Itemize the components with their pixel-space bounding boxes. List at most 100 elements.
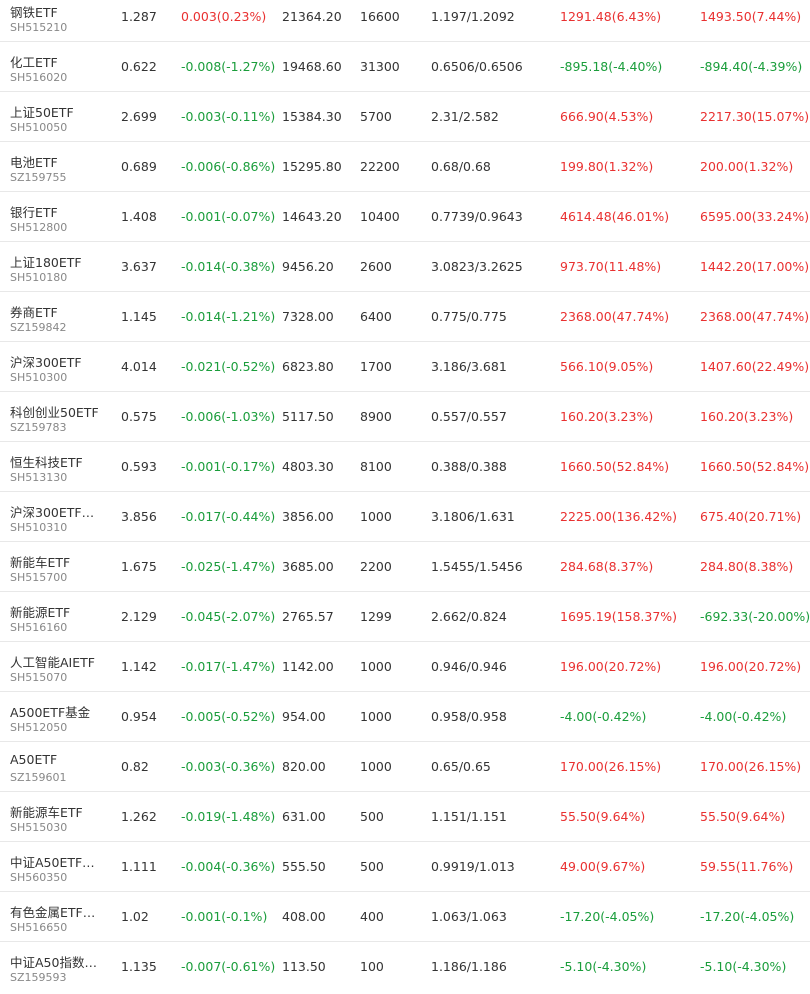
table-row[interactable]: 恒生科技ETF SH513130 0.593 -0.001(-0.17%) 48… <box>0 442 810 492</box>
current-price: 1.675 <box>121 559 157 574</box>
price-change: -0.019(-1.48%) <box>181 809 276 824</box>
security-cell[interactable]: 券商ETF SZ159842 <box>10 292 110 341</box>
profit-loss: 666.90(4.53%) <box>560 109 654 124</box>
price-change: 0.003(0.23%) <box>181 9 267 24</box>
security-cell[interactable]: 有色金属ETF… SH516650 <box>10 892 110 941</box>
security-code: SH510050 <box>10 121 68 134</box>
security-code: SH512800 <box>10 221 68 234</box>
market-value: 3685.00 <box>282 559 334 574</box>
table-row[interactable]: 沪深300ETF SH510300 4.014 -0.021(-0.52%) 6… <box>0 342 810 392</box>
security-cell[interactable]: A50ETF SZ159601 <box>10 742 110 791</box>
profit-loss: 4614.48(46.01%) <box>560 209 670 224</box>
table-row[interactable]: 钢铁ETF SH515210 1.287 0.003(0.23%) 21364.… <box>0 0 810 42</box>
security-cell[interactable]: 恒生科技ETF SH513130 <box>10 442 110 491</box>
profit-loss: 55.50(9.64%) <box>560 809 646 824</box>
security-name: 银行ETF <box>10 205 58 220</box>
table-row[interactable]: 券商ETF SZ159842 1.145 -0.014(-1.21%) 7328… <box>0 292 810 342</box>
security-cell[interactable]: 新能源车ETF SH515030 <box>10 792 110 841</box>
security-code: SZ159842 <box>10 321 67 334</box>
security-name: A50ETF <box>10 752 58 767</box>
security-cell[interactable]: 银行ETF SH512800 <box>10 192 110 241</box>
security-cell[interactable]: 科创创业50ETF SZ159783 <box>10 392 110 441</box>
total-profit-loss: -17.20(-4.05%) <box>700 909 795 924</box>
holding-quantity: 8900 <box>360 409 392 424</box>
security-cell[interactable]: 中证A50指数… SZ159593 <box>10 942 110 991</box>
price-change: -0.017(-0.44%) <box>181 509 276 524</box>
market-value: 21364.20 <box>282 9 342 24</box>
security-code: SH516020 <box>10 71 68 84</box>
market-value: 6823.80 <box>282 359 334 374</box>
security-cell[interactable]: 新能源ETF SH516160 <box>10 592 110 641</box>
total-profit-loss: 675.40(20.71%) <box>700 509 802 524</box>
current-price: 1.287 <box>121 9 157 24</box>
table-row[interactable]: 电池ETF SZ159755 0.689 -0.006(-0.86%) 1529… <box>0 142 810 192</box>
security-cell[interactable]: 电池ETF SZ159755 <box>10 142 110 191</box>
holding-quantity: 1000 <box>360 759 392 774</box>
current-price: 1.135 <box>121 959 157 974</box>
security-cell[interactable]: 化工ETF SH516020 <box>10 42 110 91</box>
table-row[interactable]: A50ETF SZ159601 0.82 -0.003(-0.36%) 820.… <box>0 742 810 792</box>
cost-price: 0.65/0.65 <box>431 759 491 774</box>
security-cell[interactable]: 钢铁ETF SH515210 <box>10 0 110 41</box>
security-cell[interactable]: 中证A50ETF… SH560350 <box>10 842 110 891</box>
security-code: SH560350 <box>10 871 68 884</box>
security-name: 上证50ETF <box>10 105 74 120</box>
holding-quantity: 500 <box>360 859 384 874</box>
table-row[interactable]: 银行ETF SH512800 1.408 -0.001(-0.07%) 1464… <box>0 192 810 242</box>
total-profit-loss: -692.33(-20.00%) <box>700 609 810 624</box>
security-code: SZ159783 <box>10 421 67 434</box>
holding-quantity: 1299 <box>360 609 392 624</box>
market-value: 113.50 <box>282 959 326 974</box>
table-row[interactable]: 上证50ETF SH510050 2.699 -0.003(-0.11%) 15… <box>0 92 810 142</box>
cost-price: 0.9919/1.013 <box>431 859 515 874</box>
market-value: 15384.30 <box>282 109 342 124</box>
holding-quantity: 6400 <box>360 309 392 324</box>
current-price: 4.014 <box>121 359 157 374</box>
price-change: -0.001(-0.07%) <box>181 209 276 224</box>
security-cell[interactable]: 人工智能AIETF SH515070 <box>10 642 110 691</box>
total-profit-loss: 200.00(1.32%) <box>700 159 794 174</box>
table-row[interactable]: 新能源车ETF SH515030 1.262 -0.019(-1.48%) 63… <box>0 792 810 842</box>
price-change: -0.006(-0.86%) <box>181 159 276 174</box>
table-row[interactable]: 人工智能AIETF SH515070 1.142 -0.017(-1.47%) … <box>0 642 810 692</box>
security-cell[interactable]: 上证50ETF SH510050 <box>10 92 110 141</box>
security-code: SH512050 <box>10 721 68 734</box>
security-name: 科创创业50ETF <box>10 405 99 420</box>
cost-price: 0.68/0.68 <box>431 159 491 174</box>
table-row[interactable]: 上证180ETF SH510180 3.637 -0.014(-0.38%) 9… <box>0 242 810 292</box>
table-row[interactable]: 有色金属ETF… SH516650 1.02 -0.001(-0.1%) 408… <box>0 892 810 942</box>
table-row[interactable]: 中证A50指数… SZ159593 1.135 -0.007(-0.61%) 1… <box>0 942 810 992</box>
profit-loss: 49.00(9.67%) <box>560 859 646 874</box>
security-cell[interactable]: 新能车ETF SH515700 <box>10 542 110 591</box>
price-change: -0.006(-1.03%) <box>181 409 276 424</box>
table-row[interactable]: 中证A50ETF… SH560350 1.111 -0.004(-0.36%) … <box>0 842 810 892</box>
holding-quantity: 1700 <box>360 359 392 374</box>
price-change: -0.005(-0.52%) <box>181 709 276 724</box>
security-cell[interactable]: 沪深300ETF… SH510310 <box>10 492 110 541</box>
table-row[interactable]: 化工ETF SH516020 0.622 -0.008(-1.27%) 1946… <box>0 42 810 92</box>
table-row[interactable]: 新能车ETF SH515700 1.675 -0.025(-1.47%) 368… <box>0 542 810 592</box>
table-row[interactable]: 新能源ETF SH516160 2.129 -0.045(-2.07%) 276… <box>0 592 810 642</box>
market-value: 408.00 <box>282 909 326 924</box>
security-name: 新能车ETF <box>10 555 71 570</box>
price-change: -0.014(-1.21%) <box>181 309 276 324</box>
price-change: -0.014(-0.38%) <box>181 259 276 274</box>
cost-price: 0.775/0.775 <box>431 309 507 324</box>
table-row[interactable]: 科创创业50ETF SZ159783 0.575 -0.006(-1.03%) … <box>0 392 810 442</box>
security-cell[interactable]: 上证180ETF SH510180 <box>10 242 110 291</box>
table-row[interactable]: 沪深300ETF… SH510310 3.856 -0.017(-0.44%) … <box>0 492 810 542</box>
security-cell[interactable]: A500ETF基金 SH512050 <box>10 692 110 741</box>
cost-price: 3.0823/3.2625 <box>431 259 523 274</box>
total-profit-loss: 284.80(8.38%) <box>700 559 794 574</box>
price-change: -0.025(-1.47%) <box>181 559 276 574</box>
cost-price: 0.958/0.958 <box>431 709 507 724</box>
table-row[interactable]: A500ETF基金 SH512050 0.954 -0.005(-0.52%) … <box>0 692 810 742</box>
holding-quantity: 22200 <box>360 159 400 174</box>
current-price: 0.593 <box>121 459 157 474</box>
cost-price: 0.557/0.557 <box>431 409 507 424</box>
profit-loss: 566.10(9.05%) <box>560 359 654 374</box>
security-cell[interactable]: 沪深300ETF SH510300 <box>10 342 110 391</box>
market-value: 15295.80 <box>282 159 342 174</box>
cost-price: 0.7739/0.9643 <box>431 209 523 224</box>
total-profit-loss: 1442.20(17.00%) <box>700 259 810 274</box>
